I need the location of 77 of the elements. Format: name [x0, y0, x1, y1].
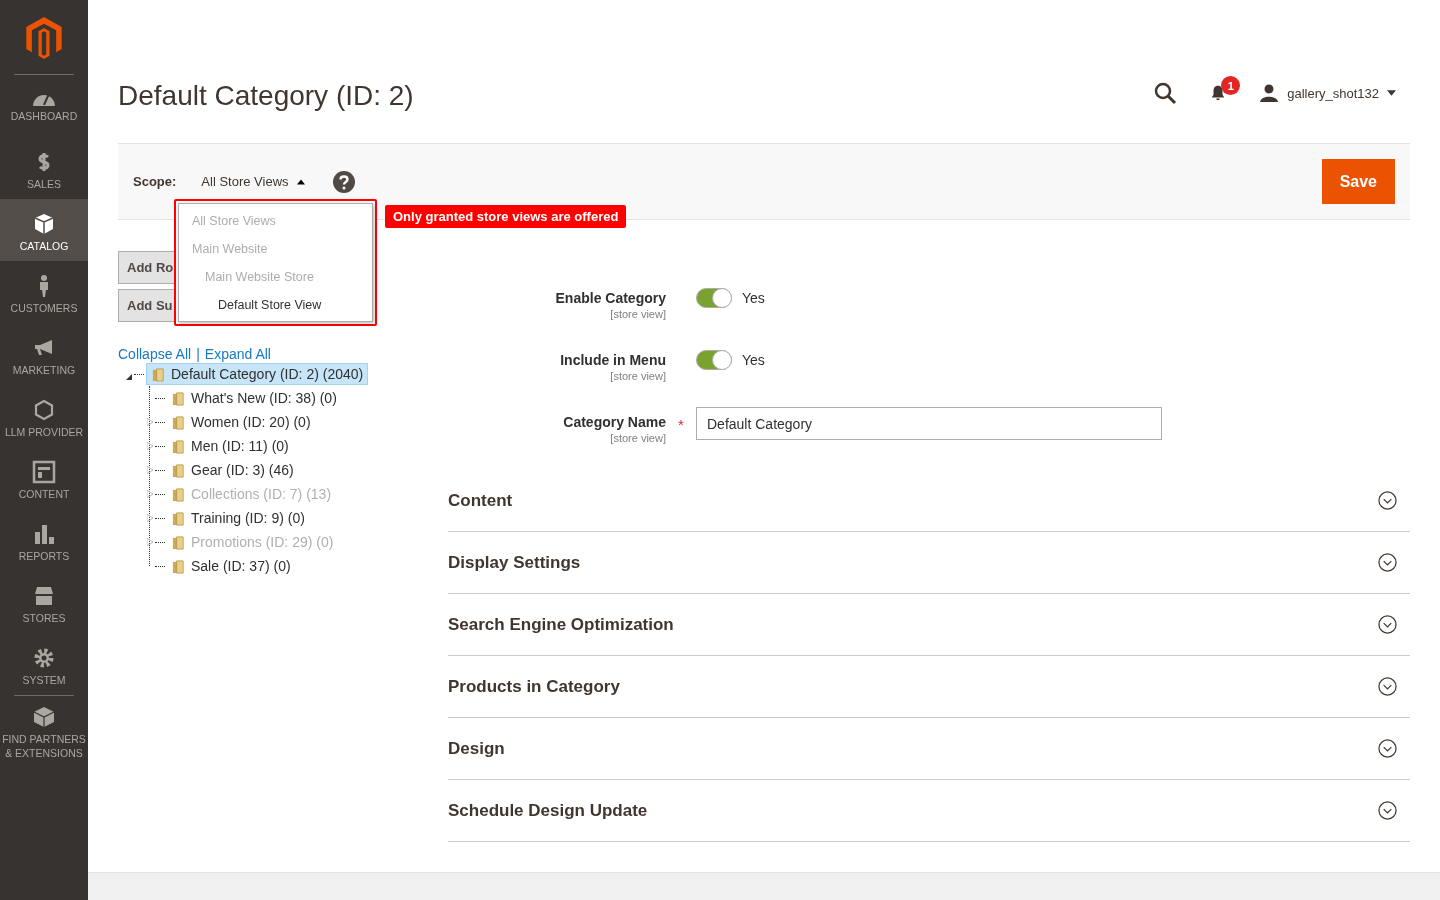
folder-icon	[171, 486, 186, 502]
toggle-switch[interactable]	[696, 350, 732, 370]
tree-node[interactable]: Sale (ID: 37) (0)	[167, 556, 295, 576]
sidebar-item[interactable]: SYSTEM	[0, 633, 88, 695]
tree-node[interactable]: What's New (ID: 38) (0)	[167, 388, 341, 408]
tree-node[interactable]: Men (ID: 11) (0)	[167, 436, 293, 456]
sidebar-item[interactable]: SALES	[0, 137, 88, 199]
required-mark: *	[678, 416, 684, 433]
field-label: Include in Menu	[560, 351, 666, 370]
scope-notice: Only granted store views are offered	[385, 205, 627, 228]
field-label: Enable Category	[555, 289, 666, 308]
collapsible-section[interactable]: Design	[448, 718, 1410, 780]
gauge-icon	[33, 93, 55, 106]
tree-node[interactable]: Women (ID: 20) (0)	[167, 412, 315, 432]
collapsible-section[interactable]: Search Engine Optimization	[448, 594, 1410, 656]
scope-label: Scope:	[133, 174, 177, 189]
folder-icon	[151, 366, 166, 382]
notification-count-badge: 1	[1221, 76, 1241, 95]
link-separator: |	[196, 346, 200, 362]
collapse-all-link[interactable]: Collapse All	[118, 346, 192, 362]
collapsed-arrow-icon[interactable]	[147, 418, 153, 426]
expanded-arrow-icon[interactable]	[126, 374, 132, 380]
expand-chevron-icon[interactable]	[1378, 491, 1397, 510]
folder-icon	[171, 534, 186, 550]
toggle-value: Yes	[742, 351, 765, 370]
sidebar-item[interactable]: CATALOG	[0, 199, 88, 261]
sidebar-item[interactable]: FIND PARTNERS & EXTENSIONS	[0, 696, 88, 764]
sidebar-item[interactable]: STORES	[0, 571, 88, 633]
collapsed-arrow-icon[interactable]	[147, 466, 153, 474]
layout-icon	[32, 459, 56, 484]
collapsible-section[interactable]: Products in Category	[448, 656, 1410, 718]
page-title: Default Category (ID: 2)	[118, 80, 414, 112]
collapsible-section[interactable]: Schedule Design Update	[448, 780, 1410, 842]
caret-icon	[1387, 90, 1396, 96]
expand-chevron-icon[interactable]	[1378, 739, 1397, 758]
scope-hint: [store view]	[610, 370, 666, 382]
sidebar-item[interactable]: CONTENT	[0, 447, 88, 509]
hexagon-icon	[32, 397, 56, 422]
expand-chevron-icon[interactable]	[1378, 615, 1397, 634]
caret-icon	[296, 178, 305, 185]
collapsible-section[interactable]: Content	[448, 470, 1410, 532]
tree-node[interactable]: Default Category (ID: 2) (2040)	[146, 363, 369, 385]
collapsible-section[interactable]: Display Settings	[448, 532, 1410, 594]
sidebar-item[interactable]: MARKETING	[0, 323, 88, 385]
expand-all-link[interactable]: Expand All	[204, 346, 271, 362]
tree-node[interactable]: Gear (ID: 3) (46)	[167, 460, 298, 480]
folder-icon	[171, 414, 186, 430]
collapsed-arrow-icon[interactable]	[147, 442, 153, 450]
scope-hint: [store view]	[610, 432, 666, 444]
collapsed-arrow-icon[interactable]	[147, 514, 153, 522]
user-icon	[1259, 83, 1280, 103]
expand-chevron-icon[interactable]	[1378, 677, 1397, 696]
folder-icon	[171, 558, 186, 574]
scope-dropdown[interactable]: All Store Views	[201, 174, 305, 189]
toggle-switch[interactable]	[696, 288, 732, 308]
help-icon[interactable]	[332, 170, 355, 193]
sidebar-item[interactable]: DASHBOARD	[0, 75, 88, 137]
sidebar-item[interactable]: REPORTS	[0, 509, 88, 571]
field-label: Category Name	[563, 413, 666, 432]
scope-hint: [store view]	[610, 308, 666, 320]
tree-node[interactable]: Training (ID: 9) (0)	[167, 508, 309, 528]
sidebar-item[interactable]: CUSTOMERS	[0, 261, 88, 323]
folder-icon	[171, 462, 186, 478]
sidebar-item[interactable]: LLM PROVIDER	[0, 385, 88, 447]
logo-icon	[26, 17, 62, 59]
folder-icon	[171, 390, 186, 406]
expand-chevron-icon[interactable]	[1378, 553, 1397, 572]
user-menu[interactable]: gallery_shot132	[1259, 83, 1396, 103]
folder-icon	[171, 510, 186, 526]
save-button[interactable]: Save	[1321, 159, 1395, 204]
search-icon[interactable]	[1153, 81, 1178, 105]
toggle-value: Yes	[742, 289, 765, 308]
category-name-field[interactable]: Default Category	[696, 407, 1162, 440]
box-icon	[32, 211, 56, 236]
folder-icon	[171, 438, 186, 454]
expand-chevron-icon[interactable]	[1378, 801, 1397, 820]
blocks-icon	[32, 704, 56, 729]
